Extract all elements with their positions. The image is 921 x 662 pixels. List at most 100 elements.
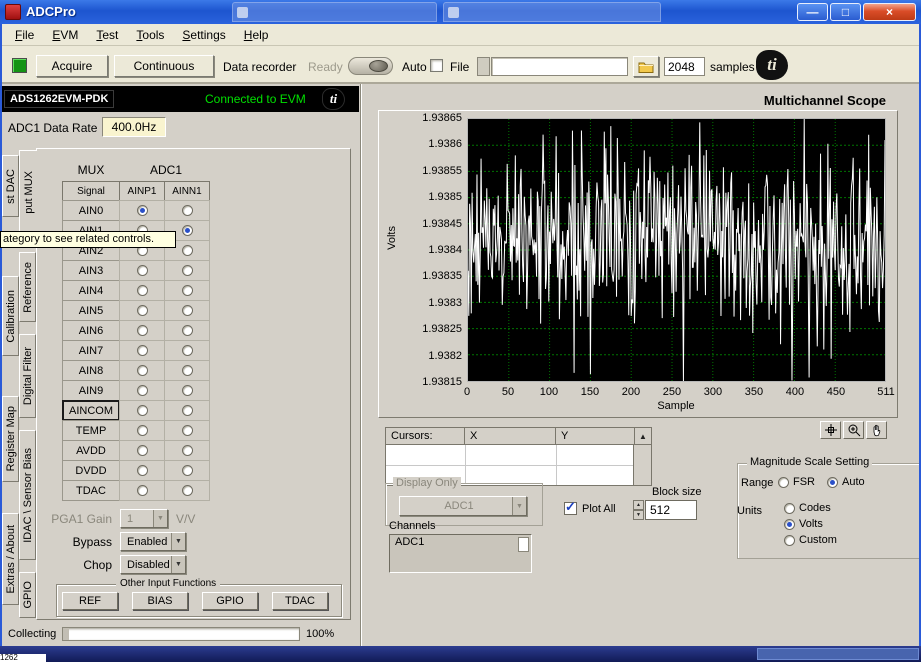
spin-down-button[interactable]: ▼ bbox=[633, 510, 644, 520]
pan-button[interactable] bbox=[866, 421, 887, 439]
maximize-button[interactable]: □ bbox=[830, 3, 861, 21]
mux-signal-ain3[interactable]: AIN3 bbox=[62, 260, 120, 281]
mux-tdac-ainn1-radio[interactable] bbox=[164, 480, 210, 501]
mux-row: TEMP bbox=[62, 420, 210, 441]
button-bias[interactable]: BIAS bbox=[132, 592, 188, 610]
samples-input[interactable] bbox=[664, 57, 705, 76]
tab-st-dac[interactable]: st DAC bbox=[2, 155, 19, 217]
auto-checkbox[interactable] bbox=[430, 59, 443, 72]
mux-ain5-ainn1-radio[interactable] bbox=[164, 300, 210, 321]
button-tdac[interactable]: TDAC bbox=[272, 592, 328, 610]
range-option-fsr[interactable]: FSR bbox=[778, 476, 815, 488]
block-size-input[interactable] bbox=[645, 500, 697, 520]
units-option-codes[interactable]: Codes bbox=[784, 502, 837, 514]
mux-signal-ain9[interactable]: AIN9 bbox=[62, 380, 120, 401]
file-path-input[interactable] bbox=[491, 57, 628, 76]
application-window: ADCPro — □ × File EVM Test Tools Settings Hel… bbox=[0, 0, 921, 662]
tab-put-mux[interactable]: put MUX bbox=[19, 150, 37, 234]
channels-listbox[interactable]: ADC1 bbox=[389, 534, 532, 573]
mux-signal-ain8[interactable]: AIN8 bbox=[62, 360, 120, 381]
button-ref[interactable]: REF bbox=[62, 592, 118, 610]
acquire-button[interactable]: Acquire bbox=[36, 55, 108, 77]
mux-dvdd-ainp1-radio[interactable] bbox=[119, 460, 165, 481]
mux-temp-ainp1-radio[interactable] bbox=[119, 420, 165, 441]
mux-signal-ain4[interactable]: AIN4 bbox=[62, 280, 120, 301]
plot-all-checkbox[interactable]: ✓ bbox=[564, 499, 577, 515]
display-only-value: ADC1 bbox=[444, 500, 474, 512]
mux-ain0-ainn1-radio[interactable] bbox=[164, 200, 210, 221]
taskbar-item[interactable] bbox=[757, 648, 919, 660]
y-tick-label: 1.93845 bbox=[422, 217, 462, 230]
tab-idac-sensor-bias[interactable]: IDAC \ Sensor Bias bbox=[19, 430, 36, 560]
mux-signal-avdd[interactable]: AVDD bbox=[62, 440, 120, 461]
record-toggle[interactable] bbox=[348, 57, 393, 75]
mux-signal-ain0[interactable]: AIN0 bbox=[62, 200, 120, 221]
menu-item-settings[interactable]: Settings bbox=[173, 26, 234, 44]
mux-signal-aincom[interactable]: AINCOM bbox=[62, 400, 120, 421]
path-control-icon[interactable] bbox=[477, 57, 490, 76]
minimize-button[interactable]: — bbox=[797, 3, 828, 21]
mux-ain5-ainp1-radio[interactable] bbox=[119, 300, 165, 321]
mux-ain4-ainn1-radio[interactable] bbox=[164, 280, 210, 301]
mux-ain7-ainp1-radio[interactable] bbox=[119, 340, 165, 361]
mux-ain6-ainn1-radio[interactable] bbox=[164, 320, 210, 341]
mux-ain4-ainp1-radio[interactable] bbox=[119, 280, 165, 301]
x-tick-label: 0 bbox=[463, 386, 471, 398]
menu-item-evm[interactable]: EVM bbox=[43, 26, 87, 44]
mux-ain9-ainn1-radio[interactable] bbox=[164, 380, 210, 401]
tab-reference[interactable]: Reference bbox=[19, 252, 36, 322]
pga-gain-dropdown[interactable]: 1 ▼ bbox=[120, 509, 168, 528]
pga-gain-label: PGA1 Gain bbox=[51, 512, 112, 526]
channels-scrollbar[interactable] bbox=[518, 537, 529, 552]
mux-ain7-ainn1-radio[interactable] bbox=[164, 340, 210, 361]
radio-icon bbox=[136, 265, 148, 276]
tab-gpio[interactable]: GPIO bbox=[19, 572, 36, 618]
mux-signal-tdac[interactable]: TDAC bbox=[62, 480, 120, 501]
menu-item-tools[interactable]: Tools bbox=[127, 26, 173, 44]
mux-signal-dvdd[interactable]: DVDD bbox=[62, 460, 120, 481]
continuous-button[interactable]: Continuous bbox=[114, 55, 214, 77]
mux-signal-ain6[interactable]: AIN6 bbox=[62, 320, 120, 341]
spin-up-button[interactable]: ▲ bbox=[633, 500, 644, 510]
tab-digital-filter[interactable]: Digital Filter bbox=[19, 334, 36, 418]
mux-signal-ain7[interactable]: AIN7 bbox=[62, 340, 120, 361]
mux-signal-ain5[interactable]: AIN5 bbox=[62, 300, 120, 321]
mux-avdd-ainp1-radio[interactable] bbox=[119, 440, 165, 461]
chop-dropdown[interactable]: Disabled ▼ bbox=[120, 555, 186, 574]
channel-item-adc1[interactable]: ADC1 bbox=[390, 535, 531, 550]
scope-plot[interactable] bbox=[467, 118, 886, 382]
zoom-button[interactable] bbox=[843, 421, 864, 439]
range-option-auto[interactable]: Auto bbox=[827, 476, 865, 488]
mux-ain3-ainp1-radio[interactable] bbox=[119, 260, 165, 281]
mux-tdac-ainp1-radio[interactable] bbox=[119, 480, 165, 501]
mux-ain0-ainp1-radio[interactable] bbox=[119, 200, 165, 221]
bypass-dropdown[interactable]: Enabled ▼ bbox=[120, 532, 186, 551]
mux-aincom-ainn1-radio[interactable] bbox=[164, 400, 210, 421]
units-option-volts[interactable]: Volts bbox=[784, 518, 837, 530]
menu-item-file[interactable]: File bbox=[6, 26, 43, 44]
cursor-crosshair-button[interactable] bbox=[820, 421, 841, 439]
mux-aincom-ainp1-radio[interactable] bbox=[119, 400, 165, 421]
tab-extras-about[interactable]: Extras / About bbox=[2, 513, 19, 605]
cursors-scrollbar[interactable] bbox=[633, 444, 652, 486]
mux-ain8-ainn1-radio[interactable] bbox=[164, 360, 210, 381]
mux-signal-temp[interactable]: TEMP bbox=[62, 420, 120, 441]
mux-ain8-ainp1-radio[interactable] bbox=[119, 360, 165, 381]
menu-item-test[interactable]: Test bbox=[87, 26, 127, 44]
units-option-custom[interactable]: Custom bbox=[784, 534, 837, 546]
data-rate-value[interactable]: 400.0Hz bbox=[102, 117, 166, 137]
browse-folder-button[interactable] bbox=[633, 56, 659, 77]
mux-ain9-ainp1-radio[interactable] bbox=[119, 380, 165, 401]
mux-avdd-ainn1-radio[interactable] bbox=[164, 440, 210, 461]
tab-calibration[interactable]: Calibration bbox=[2, 276, 19, 356]
close-button[interactable]: × bbox=[863, 3, 916, 21]
display-only-dropdown[interactable]: ADC1 ▼ bbox=[399, 496, 527, 516]
menu-item-help[interactable]: Help bbox=[235, 26, 278, 44]
mux-ain6-ainp1-radio[interactable] bbox=[119, 320, 165, 341]
mux-ain3-ainn1-radio[interactable] bbox=[164, 260, 210, 281]
button-gpio[interactable]: GPIO bbox=[202, 592, 258, 610]
cursors-scroll-up-button[interactable]: ▲ bbox=[634, 427, 652, 445]
tab-register-map[interactable]: Register Map bbox=[2, 396, 19, 482]
mux-dvdd-ainn1-radio[interactable] bbox=[164, 460, 210, 481]
mux-temp-ainn1-radio[interactable] bbox=[164, 420, 210, 441]
